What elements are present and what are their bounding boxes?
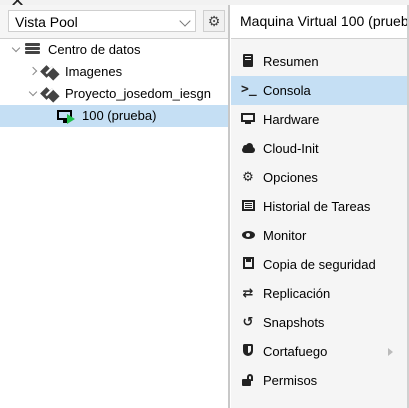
menu-item-label: Resumen [263,54,319,69]
menu-item-label: Cloud-Init [263,141,319,156]
list-icon [241,199,255,213]
vm-detail-panel: Maquina Virtual 100 (prueba) Resumen >_ … [231,5,409,408]
gear-icon: ⚙ [207,13,221,29]
tree-node-label: 100 (prueba) [82,108,157,123]
floppy-icon [241,257,255,271]
tree-node-label: Imagenes [65,64,123,79]
vm-title-bar: Maquina Virtual 100 (prueba) [231,5,409,39]
menu-item-monitor[interactable]: Monitor [231,221,409,250]
shield-icon [241,344,255,358]
menu-item-consola[interactable]: >_ Consola [231,76,409,105]
menu-item-cortafuego[interactable]: Cortafuego [231,337,409,366]
page-title: Maquina Virtual 100 (prueba) [240,13,409,29]
terminal-icon: >_ [241,82,257,97]
menu-item-label: Monitor [263,228,307,243]
menu-item-label: Snapshots [263,315,325,330]
menu-item-historial[interactable]: Historial de Tareas [231,192,409,221]
tree-settings-button[interactable]: ⚙ [203,10,225,32]
vm-menu: Resumen >_ Consola Hardware Cloud-Init ⚙… [231,47,409,395]
tree-node-datacenter[interactable]: Centro de datos [0,39,229,61]
tree-node-pool[interactable]: Proyecto_josedom_iesgn [0,83,229,105]
resource-tree-panel: Vista Pool ⚙ Centro de datos Imagenes Pr… [0,5,229,408]
menu-item-hardware[interactable]: Hardware [231,105,409,134]
tree-toolbar: Vista Pool ⚙ [0,5,229,39]
monitor-running-icon [57,109,75,124]
menu-item-backup[interactable]: Copia de seguridad [231,250,409,279]
chevron-right-icon [388,348,393,356]
book-icon [241,54,255,68]
tree-node-label: Centro de datos [48,42,141,57]
menu-item-opciones[interactable]: ⚙ Opciones [231,163,409,192]
menu-item-label: Hardware [263,112,320,127]
menu-item-label: Historial de Tareas [263,199,371,214]
tag-icon [40,87,60,103]
server-icon [25,43,41,57]
gear-icon: ⚙ [242,169,254,184]
expand-toggle-icon[interactable] [28,66,38,76]
tree-node-label: Proyecto_josedom_iesgn [65,86,211,101]
panel-splitter[interactable] [228,5,230,408]
tree-node-imagenes[interactable]: Imagenes [0,61,229,83]
menu-item-resumen[interactable]: Resumen [231,47,409,76]
menu-item-label: Consola [263,83,311,98]
menu-item-permisos[interactable]: Permisos [231,366,409,395]
desktop-icon [241,112,255,126]
expand-toggle-icon[interactable] [28,87,38,97]
resource-tree: Centro de datos Imagenes Proyecto_josedo… [0,39,229,127]
unlock-icon [241,373,255,387]
history-icon: ↺ [242,314,254,329]
eye-icon [241,228,255,242]
menu-item-cloud-init[interactable]: Cloud-Init [231,134,409,163]
tag-icon [40,65,60,81]
menu-item-label: Opciones [263,170,318,185]
retweet-icon: ⇄ [242,285,254,300]
menu-item-label: Copia de seguridad [263,257,376,272]
tree-node-vm-100[interactable]: 100 (prueba) [0,105,229,127]
expand-toggle-icon[interactable] [11,43,21,53]
menu-item-label: Cortafuego [263,344,328,359]
view-select-value: Vista Pool [15,14,78,30]
chevron-down-icon[interactable] [179,15,191,27]
cloud-icon [241,141,255,155]
menu-item-label: Replicación [263,286,331,301]
menu-item-label: Permisos [263,373,318,388]
menu-item-snapshots[interactable]: ↺ Snapshots [231,308,409,337]
menu-item-replicacion[interactable]: ⇄ Replicación [231,279,409,308]
view-select[interactable]: Vista Pool [8,10,196,32]
